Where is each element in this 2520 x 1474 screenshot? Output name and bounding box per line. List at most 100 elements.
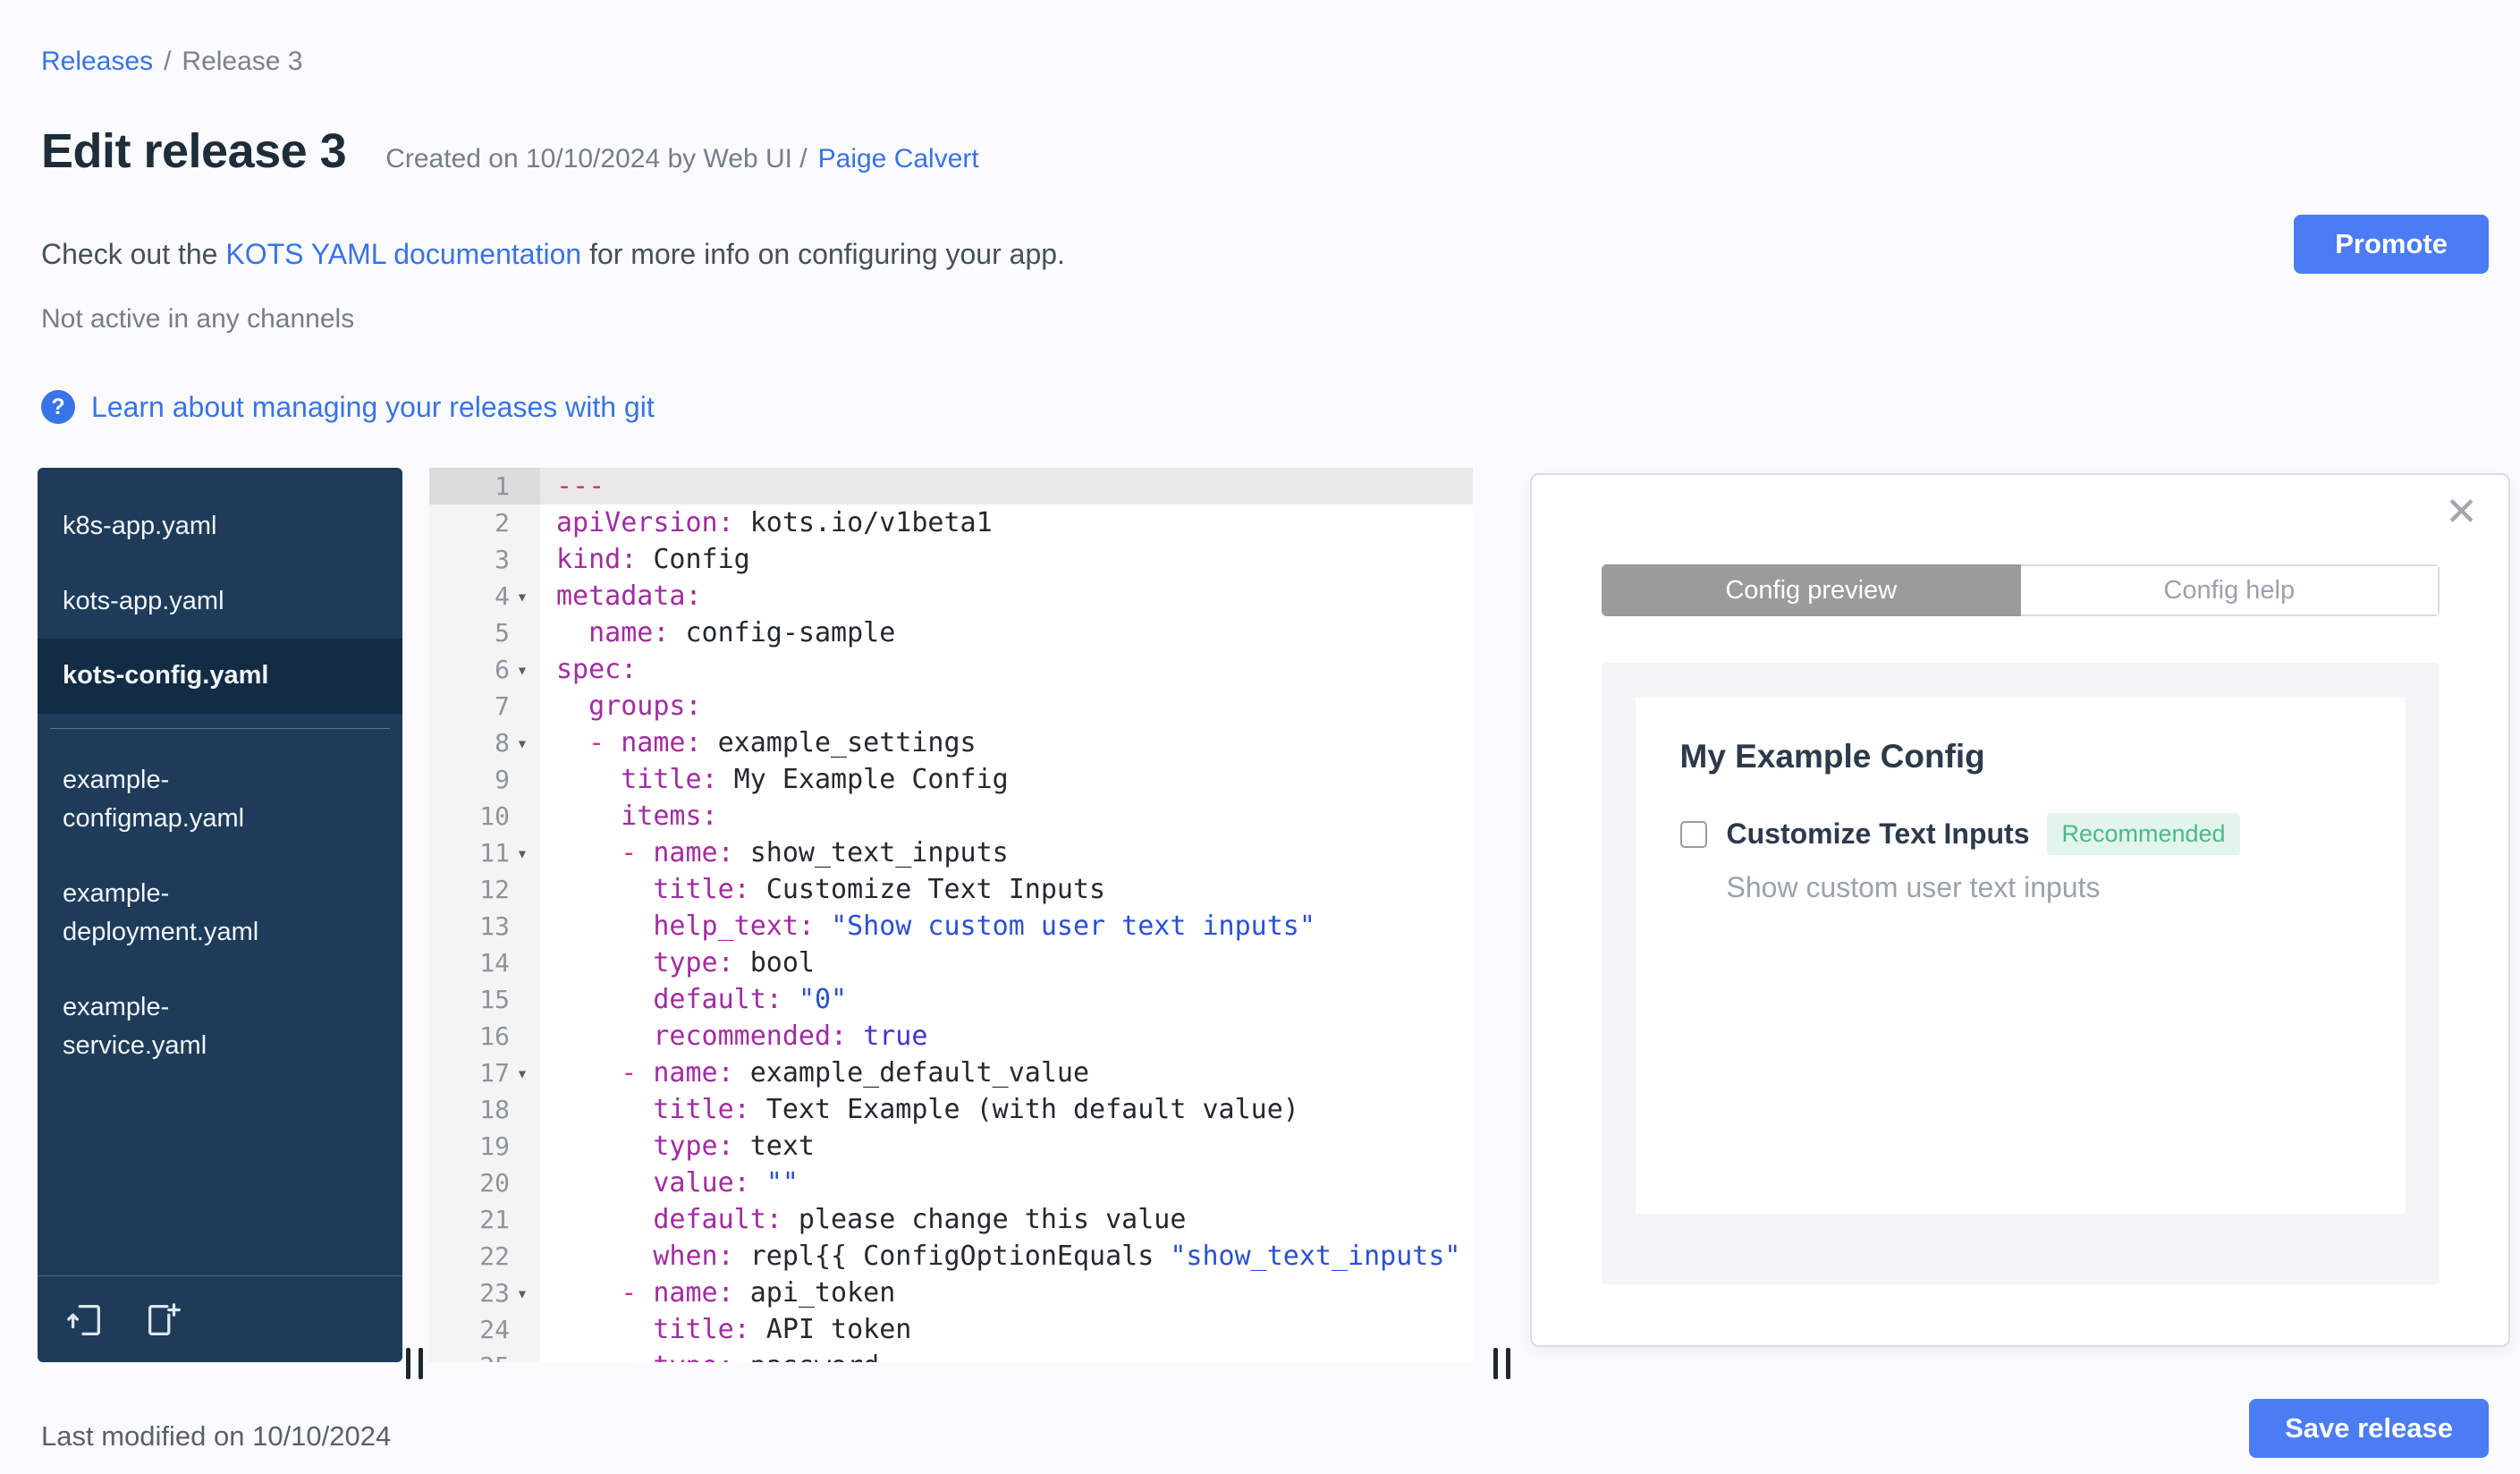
code-line-24[interactable]: 24 title: API token <box>429 1311 1473 1348</box>
code-line-17[interactable]: 17 ▾ - name: example_default_value <box>429 1055 1473 1091</box>
code-text: - name: show_text_inputs <box>621 837 1009 868</box>
fold-arrow-icon[interactable]: ▾ <box>510 1283 535 1304</box>
file-tab-k8s-app.yaml[interactable]: k8s-app.yaml <box>38 489 306 564</box>
file-tab-kots-config.yaml[interactable]: kots-config.yaml <box>38 639 402 714</box>
gutter-cell: 8 ▾ <box>429 724 540 761</box>
promote-button[interactable]: Promote <box>2294 215 2489 274</box>
line-number: 21 <box>479 1205 510 1234</box>
gutter-cell: 15 <box>429 981 540 1018</box>
author-link[interactable]: Paige Calvert <box>818 144 979 174</box>
code-text: type: password <box>540 1348 1473 1362</box>
docs-prefix: Check out the <box>41 238 226 270</box>
gutter-cell: 7 <box>429 688 540 724</box>
code-line-13[interactable]: 13 help_text: "Show custom user text inp… <box>429 908 1473 945</box>
line-number: 16 <box>479 1021 510 1051</box>
code-text: - name: example_settings <box>588 727 977 758</box>
code-text: title: Customize Text Inputs <box>653 874 1106 905</box>
line-number: 7 <box>495 691 510 721</box>
code-line-2[interactable]: 2 apiVersion: kots.io/v1beta1 <box>429 504 1473 541</box>
tab-config-preview[interactable]: Config preview <box>1601 564 2021 616</box>
breadcrumb-link-releases[interactable]: Releases <box>41 47 153 77</box>
code-line-8[interactable]: 8 ▾ - name: example_settings <box>429 724 1473 761</box>
release-editor: k8s-app.yaml kots-app.yaml kots-config.yam… <box>0 468 2520 1379</box>
git-help-link[interactable]: Learn about managing your releases with … <box>91 391 655 424</box>
breadcrumb: Releases / Release 3 <box>41 47 303 77</box>
config-card: My Example Config Customize Text Inputs … <box>1635 697 2406 1214</box>
fold-arrow-icon[interactable]: ▾ <box>510 733 535 754</box>
line-number: 12 <box>479 875 510 904</box>
created-prefix: Created on 10/10/2024 by Web UI / <box>385 144 808 174</box>
gutter-cell: 5 <box>429 614 540 651</box>
gutter-cell: 23 ▾ <box>429 1275 540 1311</box>
file-tab-example-configmap.yaml[interactable]: example-configmap.yaml <box>38 743 306 857</box>
gutter-cell: 1 <box>429 468 540 504</box>
code-text: type: text <box>653 1131 815 1162</box>
code-line-15[interactable]: 15 default: "0" <box>429 981 1473 1018</box>
preview-tabs: Config preview Config help <box>1601 564 2440 616</box>
fold-arrow-icon[interactable]: ▾ <box>510 659 535 681</box>
git-help-row[interactable]: ? Learn about managing your releases wit… <box>41 390 655 424</box>
code-line-9[interactable]: 9 title: My Example Config <box>429 761 1473 798</box>
code-text: kind: Config <box>556 544 750 575</box>
gutter-cell: 14 <box>429 945 540 981</box>
file-tab-example-service.yaml[interactable]: example-service.yaml <box>38 970 306 1084</box>
docs-link[interactable]: KOTS YAML documentation <box>225 238 581 270</box>
new-file-icon[interactable] <box>143 1300 184 1341</box>
upload-file-icon[interactable] <box>64 1300 106 1341</box>
gutter-cell: 2 <box>429 504 540 541</box>
code-line-16[interactable]: 16 recommended: true <box>429 1018 1473 1055</box>
pane-resize-handle-right[interactable] <box>1493 1348 1510 1379</box>
save-release-button[interactable]: Save release <box>2249 1399 2489 1458</box>
code-line-4[interactable]: 4 ▾ metadata: <box>429 578 1473 614</box>
line-number: 11 <box>479 838 510 868</box>
page-title: Edit release 3 <box>41 124 347 178</box>
customize-text-inputs-checkbox[interactable] <box>1679 820 1707 848</box>
code-line-21[interactable]: 21 default: please change this value <box>429 1201 1473 1238</box>
resize-bar <box>406 1348 410 1379</box>
last-modified-text: Last modified on 10/10/2024 <box>41 1420 392 1452</box>
gutter-cell: 17 ▾ <box>429 1055 540 1091</box>
code-text: type: bool <box>653 947 815 978</box>
code-line-7[interactable]: 7 groups: <box>429 688 1473 724</box>
fold-arrow-icon[interactable]: ▾ <box>510 586 535 607</box>
code-text: help_text: "Show custom user text inputs… <box>653 911 1315 942</box>
line-number: 10 <box>479 801 510 831</box>
config-item-row: Customize Text Inputs Recommended <box>1679 813 2361 855</box>
code-line-14[interactable]: 14 type: bool <box>429 945 1473 981</box>
editor-rows: 1 --- 2 apiVersion: kots.io/v1beta1 3 kind: C… <box>429 468 1473 1362</box>
code-line-25[interactable]: 25 type: password <box>429 1348 1473 1362</box>
close-icon[interactable]: ✕ <box>2445 493 2478 532</box>
code-text: - name: api_token <box>621 1277 896 1309</box>
code-line-6[interactable]: 6 ▾ spec: <box>429 651 1473 688</box>
line-number: 17 <box>479 1058 510 1088</box>
code-line-11[interactable]: 11 ▾ - name: show_text_inputs <box>429 834 1473 871</box>
title-row: Edit release 3 Created on 10/10/2024 by … <box>41 123 979 179</box>
file-tab-example-deployment.yaml[interactable]: example-deployment.yaml <box>38 857 306 970</box>
code-line-1[interactable]: 1 --- <box>429 468 1473 504</box>
tab-config-help[interactable]: Config help <box>2021 564 2440 616</box>
code-line-20[interactable]: 20 value: "" <box>429 1165 1473 1201</box>
line-number: 4 <box>495 581 510 611</box>
line-number: 1 <box>495 471 510 501</box>
pane-resize-handle-left[interactable] <box>406 1348 423 1379</box>
code-line-22[interactable]: 22 when: repl{{ ConfigOptionEquals "show… <box>429 1238 1473 1275</box>
code-line-5[interactable]: 5 name: config-sample <box>429 614 1473 651</box>
file-tab-kots-app.yaml[interactable]: kots-app.yaml <box>38 564 306 640</box>
code-line-19[interactable]: 19 type: text <box>429 1128 1473 1165</box>
fold-arrow-icon[interactable]: ▾ <box>510 1063 535 1084</box>
config-panel: ✕ Config preview Config help My Example C… <box>1530 473 2510 1347</box>
code-text: when: repl{{ ConfigOptionEquals "show_te… <box>653 1241 1461 1272</box>
config-item-help: Show custom user text inputs <box>1726 871 2101 903</box>
resize-bar <box>1493 1348 1498 1379</box>
code-line-18[interactable]: 18 title: Text Example (with default val… <box>429 1091 1473 1128</box>
code-line-10[interactable]: 10 items: <box>429 798 1473 834</box>
code-editor[interactable]: 1 --- 2 apiVersion: kots.io/v1beta1 3 kind: C… <box>429 468 1473 1362</box>
sidebar-footer <box>38 1275 402 1362</box>
code-line-3[interactable]: 3 kind: Config <box>429 541 1473 578</box>
fold-arrow-icon[interactable]: ▾ <box>510 843 535 864</box>
line-number: 18 <box>479 1095 510 1124</box>
line-number: 9 <box>495 765 510 794</box>
breadcrumb-current: Release 3 <box>182 47 303 76</box>
code-line-23[interactable]: 23 ▾ - name: api_token <box>429 1275 1473 1311</box>
code-line-12[interactable]: 12 title: Customize Text Inputs <box>429 871 1473 908</box>
